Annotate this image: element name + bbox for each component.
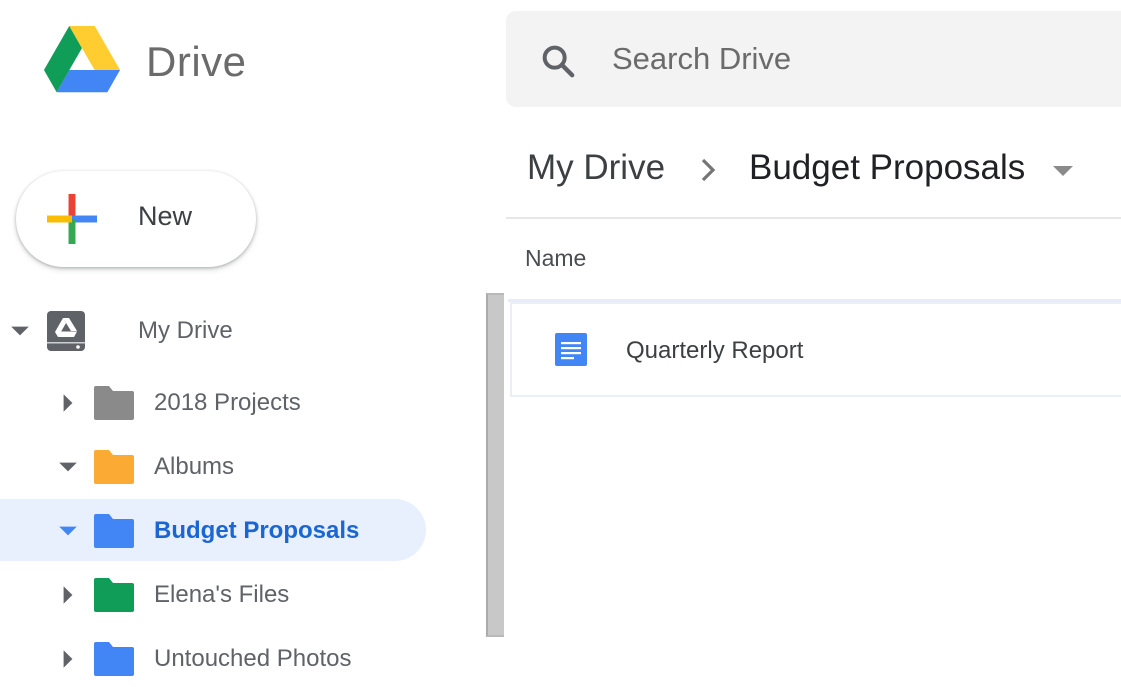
caret-right-icon[interactable]	[57, 392, 79, 414]
plus-multicolor-icon	[47, 194, 97, 244]
search-input[interactable]	[612, 37, 1092, 81]
file-name: Quarterly Report	[626, 337, 804, 364]
chevron-right-icon	[701, 158, 716, 182]
sidebar-item-label: Albums	[154, 453, 235, 480]
search-bar[interactable]	[506, 11, 1121, 107]
folder-icon	[94, 578, 134, 612]
google-drive-logo-icon	[43, 26, 121, 93]
caret-down-icon[interactable]	[57, 520, 79, 542]
sidebar-item-2018-projects[interactable]: 2018 Projects	[0, 372, 480, 434]
sidebar-item-untouched-photos[interactable]: Untouched Photos	[0, 628, 480, 687]
sidebar-item-label: Elena's Files	[154, 581, 290, 608]
caret-right-icon[interactable]	[57, 584, 79, 606]
drive-logo[interactable]: Drive	[42, 26, 246, 94]
folder-icon	[94, 514, 134, 548]
caret-right-icon[interactable]	[57, 648, 79, 670]
sidebar-item-budget-proposals[interactable]: Budget Proposals	[0, 499, 426, 561]
caret-down-icon[interactable]	[57, 456, 79, 478]
app-title: Drive	[146, 38, 247, 85]
my-drive-icon	[47, 311, 85, 351]
sidebar-scrollbar[interactable]	[486, 293, 504, 637]
google-docs-icon	[555, 333, 587, 366]
folder-icon	[94, 450, 134, 484]
drive-window: Drive New My Drive	[0, 0, 1121, 687]
sidebar-item-my-drive[interactable]: My Drive	[0, 300, 480, 362]
breadcrumb-my-drive[interactable]: My Drive	[527, 148, 665, 188]
file-row[interactable]: Quarterly Report	[510, 302, 1121, 397]
sidebar-item-albums[interactable]: Albums	[0, 436, 480, 498]
search-icon[interactable]	[538, 41, 578, 81]
caret-down-icon[interactable]	[1051, 164, 1075, 178]
folder-icon	[94, 642, 134, 676]
sidebar-item-label: My Drive	[138, 317, 233, 344]
breadcrumb-current-folder[interactable]: Budget Proposals	[749, 148, 1025, 188]
column-header-name[interactable]: Name	[525, 245, 586, 272]
new-button[interactable]: New	[16, 171, 256, 267]
sidebar-item-label: Untouched Photos	[154, 645, 352, 672]
new-button-label: New	[138, 201, 193, 231]
sidebar-item-label: Budget Proposals	[154, 517, 360, 544]
sidebar-item-elenas-files[interactable]: Elena's Files	[0, 564, 480, 626]
sidebar-item-label: 2018 Projects	[154, 389, 301, 416]
caret-down-icon[interactable]	[9, 320, 31, 342]
header-divider	[506, 217, 1121, 219]
folder-icon	[94, 386, 134, 420]
